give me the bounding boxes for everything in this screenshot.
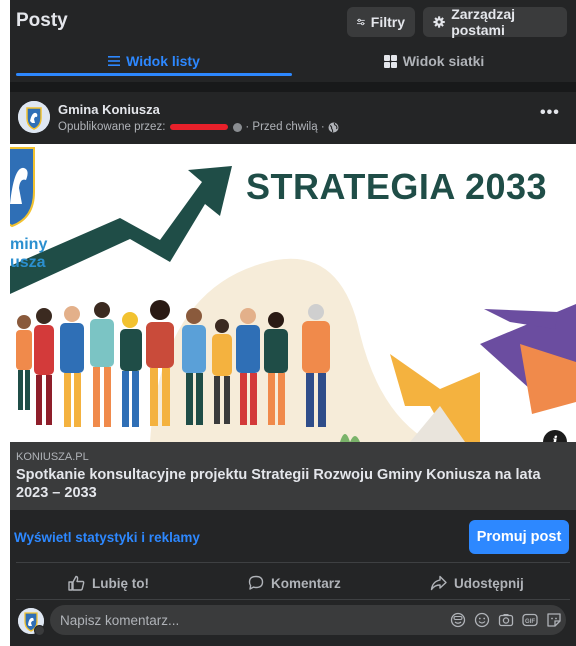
gif-icon[interactable]: GIF — [522, 612, 538, 628]
svg-text:GIF: GIF — [525, 619, 535, 625]
emoji-icon[interactable] — [474, 612, 490, 628]
tab-grid-view[interactable]: Widok siatki — [292, 44, 576, 78]
published-by-label: Opublikowane przez: — [58, 121, 166, 133]
filter-icon — [357, 18, 365, 26]
image-logo-text: miny usza — [10, 236, 48, 271]
post-author[interactable]: Gmina Koniusza — [58, 102, 160, 117]
filter-button-label: Filtry — [370, 14, 405, 30]
divider — [16, 599, 570, 600]
manage-posts-button[interactable]: Zarządzaj postami — [423, 6, 567, 38]
gear-icon — [433, 16, 445, 28]
page-title: Posty — [16, 10, 68, 31]
separator — [10, 82, 576, 92]
link-title: Spotkanie konsultacyjne projektu Strateg… — [16, 467, 541, 501]
camera-icon[interactable] — [498, 612, 514, 628]
comment-label: Komentarz — [271, 575, 341, 591]
tab-list-label: Widok listy — [126, 53, 200, 69]
filter-button[interactable]: Filtry — [347, 7, 415, 37]
post-card: Gmina Koniusza Opublikowane przez: · Prz… — [10, 92, 576, 646]
comment-input[interactable] — [60, 605, 440, 635]
redacted-publisher — [170, 124, 229, 130]
page-avatar[interactable] — [18, 101, 50, 133]
list-icon — [108, 56, 121, 66]
promote-post-button[interactable]: Promuj post — [469, 520, 569, 554]
share-label: Udostępnij — [454, 575, 524, 591]
active-tab-indicator — [16, 73, 292, 76]
comment-box: GIF — [50, 605, 566, 635]
link-preview-image[interactable]: STRATEGIA 2033 miny usza i — [10, 144, 576, 442]
comment-button[interactable]: Komentarz — [248, 568, 341, 598]
post-meta: Opublikowane przez: · Przed chwilą · — [58, 121, 339, 133]
link-domain: KONIUSZA.PL — [16, 451, 89, 463]
avatar-sticker-icon[interactable] — [450, 612, 466, 628]
share-icon — [430, 575, 447, 591]
globe-icon — [328, 122, 339, 132]
like-button[interactable]: Lubię to! — [68, 568, 149, 598]
sticker-icon[interactable] — [546, 612, 562, 628]
share-button[interactable]: Udostępnij — [430, 568, 524, 598]
image-headline: STRATEGIA 2033 — [246, 166, 548, 207]
divider — [16, 562, 570, 563]
manage-posts-label: Zarządzaj postami — [451, 6, 516, 38]
coat-of-arms-icon — [18, 101, 50, 133]
like-icon — [68, 575, 85, 591]
more-options-button[interactable]: ••• — [540, 104, 560, 122]
link-preview-caption[interactable]: KONIUSZA.PL Spotkanie konsultacyjne proj… — [10, 442, 576, 510]
question-icon[interactable] — [233, 122, 243, 132]
chevron-down-icon[interactable] — [34, 625, 45, 636]
grid-icon — [383, 54, 397, 68]
view-insights-link[interactable]: Wyświetl statystyki i reklamy — [14, 530, 200, 545]
comment-icon — [248, 575, 264, 590]
like-label: Lubię to! — [92, 575, 149, 591]
header: Posty Filtry Zarządzaj postami — [10, 0, 576, 44]
view-tabs: Widok listy Widok siatki — [10, 44, 576, 82]
posts-app: Posty Filtry Zarządzaj postami Widok lis… — [10, 0, 576, 646]
tab-grid-label: Widok siatki — [402, 53, 485, 69]
post-time[interactable]: · Przed chwilą · — [245, 121, 324, 133]
